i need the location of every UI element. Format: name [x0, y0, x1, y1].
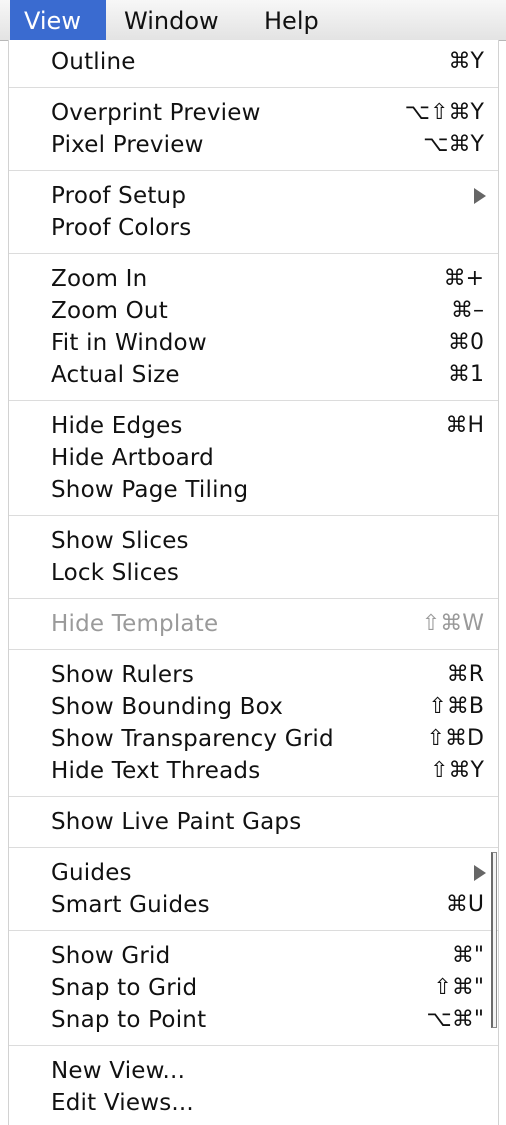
menu-item-show-live-paint-gaps[interactable]: Show Live Paint Gaps [9, 806, 498, 838]
menu-item-show-transparency-grid[interactable]: Show Transparency Grid ⇧⌘D [9, 723, 498, 755]
menu-item-zoom-out[interactable]: Zoom Out ⌘– [9, 295, 498, 327]
menu-item-label: Pixel Preview [51, 132, 204, 158]
menu-item-proof-setup[interactable]: Proof Setup [9, 180, 498, 212]
menubar-view[interactable]: View [10, 0, 106, 40]
menu-item-actual-size[interactable]: Actual Size ⌘1 [9, 359, 498, 391]
menu-item-label: Guides [51, 860, 132, 886]
shortcut: ⌘H [445, 413, 484, 438]
menu-item-label: Hide Edges [51, 413, 183, 439]
shortcut: ⇧⌘D [426, 726, 484, 751]
shortcut: ⌘– [451, 298, 484, 323]
shortcut: ⌥⇧⌘Y [404, 100, 484, 125]
menu-item-overprint-preview[interactable]: Overprint Preview ⌥⇧⌘Y [9, 97, 498, 129]
menu-item-show-rulers[interactable]: Show Rulers ⌘R [9, 659, 498, 691]
shortcut: ⇧⌘Y [430, 758, 484, 783]
separator [9, 253, 498, 254]
menu-item-label: Show Slices [51, 528, 189, 554]
shortcut: ⌘" [451, 943, 484, 968]
separator [9, 598, 498, 599]
separator [9, 1045, 498, 1046]
menu-item-pixel-preview[interactable]: Pixel Preview ⌥⌘Y [9, 129, 498, 161]
menu-item-snap-to-point[interactable]: Snap to Point ⌥⌘" [9, 1004, 498, 1036]
menubar-window[interactable]: Window [110, 0, 233, 40]
panel-scrollbar[interactable] [491, 852, 497, 1028]
menu-item-label: Hide Template [51, 611, 219, 637]
submenu-arrow-icon [474, 188, 486, 204]
menu-item-fit-in-window[interactable]: Fit in Window ⌘0 [9, 327, 498, 359]
menu-item-label: Show Page Tiling [51, 477, 249, 503]
shortcut: ⌘Y [448, 49, 484, 74]
separator [9, 170, 498, 171]
menu-item-label: Hide Artboard [51, 445, 214, 471]
menu-item-label: Lock Slices [51, 560, 180, 586]
separator [9, 87, 498, 88]
shortcut: ⌘U [445, 892, 484, 917]
menu-item-label: Hide Text Threads [51, 758, 261, 784]
menu-item-label: Show Live Paint Gaps [51, 809, 302, 835]
shortcut: ⇧⌘" [433, 975, 484, 1000]
menu-item-label: Snap to Point [51, 1007, 207, 1033]
separator [9, 796, 498, 797]
menu-item-label: Show Transparency Grid [51, 726, 334, 752]
menu-item-show-bounding-box[interactable]: Show Bounding Box ⇧⌘B [9, 691, 498, 723]
shortcut: ⌘R [446, 662, 484, 687]
menu-item-hide-artboard[interactable]: Hide Artboard [9, 442, 498, 474]
menu-bar: View Window Help [0, 0, 506, 41]
menu-item-hide-template: Hide Template ⇧⌘W [9, 608, 498, 640]
submenu-arrow-icon [474, 865, 486, 881]
menu-item-hide-edges[interactable]: Hide Edges ⌘H [9, 410, 498, 442]
shortcut: ⇧⌘W [421, 611, 484, 636]
menu-item-label: Snap to Grid [51, 975, 198, 1001]
menu-item-label: Actual Size [51, 362, 180, 388]
menu-item-snap-to-grid[interactable]: Snap to Grid ⇧⌘" [9, 972, 498, 1004]
menu-item-show-page-tiling[interactable]: Show Page Tiling [9, 474, 498, 506]
menu-item-zoom-in[interactable]: Zoom In ⌘+ [9, 263, 498, 295]
shortcut: ⌘1 [448, 362, 484, 387]
shortcut: ⌘0 [448, 330, 484, 355]
separator [9, 649, 498, 650]
view-menu-dropdown: Outline ⌘Y Overprint Preview ⌥⇧⌘Y Pixel … [8, 40, 499, 1125]
menu-item-label: Overprint Preview [51, 100, 261, 126]
menubar-help[interactable]: Help [250, 0, 333, 40]
menu-item-label: Show Rulers [51, 662, 195, 688]
menu-item-label: New View... [51, 1058, 186, 1084]
separator [9, 847, 498, 848]
menu-item-proof-colors[interactable]: Proof Colors [9, 212, 498, 244]
menu-item-show-grid[interactable]: Show Grid ⌘" [9, 940, 498, 972]
menu-item-smart-guides[interactable]: Smart Guides ⌘U [9, 889, 498, 921]
menu-item-hide-text-threads[interactable]: Hide Text Threads ⇧⌘Y [9, 755, 498, 787]
menu-item-label: Zoom Out [51, 298, 168, 324]
menu-item-label: Show Bounding Box [51, 694, 284, 720]
shortcut: ⌘+ [443, 266, 484, 291]
shortcut: ⌥⌘" [426, 1007, 484, 1032]
menu-item-guides[interactable]: Guides [9, 857, 498, 889]
menu-item-new-view[interactable]: New View... [9, 1055, 498, 1087]
separator [9, 400, 498, 401]
menu-item-label: Proof Setup [51, 183, 187, 209]
menu-item-label: Show Grid [51, 943, 171, 969]
menu-item-label: Zoom In [51, 266, 148, 292]
menu-item-edit-views[interactable]: Edit Views... [9, 1087, 498, 1119]
menu-item-label: Outline [51, 49, 136, 75]
shortcut: ⇧⌘B [428, 694, 484, 719]
menu-item-label: Proof Colors [51, 215, 192, 241]
separator [9, 515, 498, 516]
shortcut: ⌥⌘Y [423, 132, 484, 157]
separator [9, 930, 498, 931]
menu-item-label: Smart Guides [51, 892, 210, 918]
menu-item-lock-slices[interactable]: Lock Slices [9, 557, 498, 589]
menu-item-outline[interactable]: Outline ⌘Y [9, 46, 498, 78]
menu-item-show-slices[interactable]: Show Slices [9, 525, 498, 557]
menu-item-label: Fit in Window [51, 330, 207, 356]
menu-item-label: Edit Views... [51, 1090, 194, 1116]
